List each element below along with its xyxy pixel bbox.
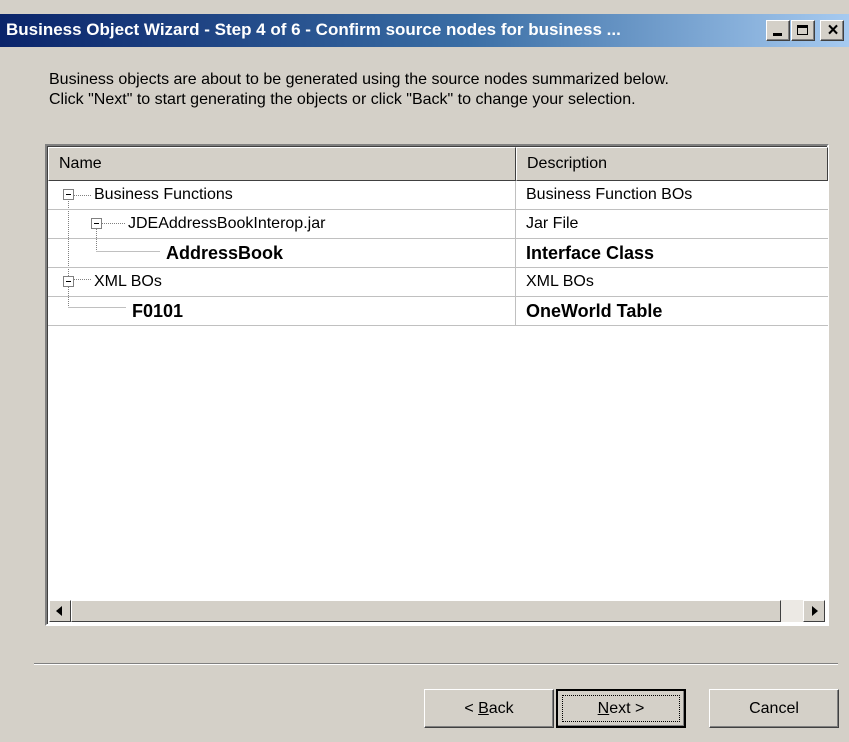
column-header-description[interactable]: Description [516, 147, 828, 181]
maximize-button[interactable] [791, 20, 815, 41]
window-title: Business Object Wizard - Step 4 of 6 - C… [6, 20, 621, 39]
cancel-label: Cancel [749, 700, 799, 717]
back-prefix: < [464, 700, 479, 717]
table-row[interactable]: XML BOs XML BOs [48, 268, 828, 297]
collapse-icon[interactable] [63, 189, 74, 200]
table-row[interactable]: AddressBook Interface Class [48, 239, 828, 268]
list-rows: Business Functions Business Function BOs… [48, 181, 828, 326]
maximize-icon [797, 25, 808, 35]
column-header-name[interactable]: Name [48, 147, 516, 181]
description-cell: Business Function BOs [526, 186, 693, 203]
name-cell: F0101 [48, 297, 516, 325]
arrow-right-icon [812, 606, 818, 616]
back-button[interactable]: < Back [424, 689, 554, 728]
cancel-button[interactable]: Cancel [709, 689, 839, 728]
minimize-icon [773, 33, 782, 36]
description-cell: Jar File [526, 215, 579, 232]
node-label: AddressBook [166, 243, 284, 263]
divider [34, 663, 838, 665]
description-cell: Interface Class [526, 243, 655, 263]
scroll-right-button[interactable] [803, 600, 825, 622]
next-label: Next > [598, 700, 645, 717]
next-button[interactable]: Next > [556, 689, 686, 728]
table-row[interactable]: JDEAddressBookInterop.jar Jar File [48, 210, 828, 239]
back-mnemonic: B [478, 700, 489, 717]
table-row[interactable]: F0101 OneWorld Table [48, 297, 828, 326]
description-cell: XML BOs [526, 273, 594, 290]
minimize-button[interactable] [766, 20, 790, 41]
close-icon: × [827, 20, 839, 41]
scrollbar-thumb[interactable] [71, 600, 781, 622]
scroll-left-button[interactable] [49, 600, 71, 622]
instructions-line-2: Click "Next" to start generating the obj… [49, 91, 636, 108]
back-rest: ack [488, 700, 514, 717]
wizard-window: Business Object Wizard - Step 4 of 6 - C… [0, 0, 849, 742]
instructions: Business objects are about to be generat… [49, 70, 669, 110]
source-nodes-list[interactable]: Name Description Business Functions Busi… [45, 144, 829, 626]
description-cell: OneWorld Table [526, 301, 663, 321]
next-mnemonic: N [597, 700, 610, 717]
arrow-left-icon [56, 606, 62, 616]
back-label: < Back [464, 700, 513, 717]
collapse-icon[interactable] [91, 218, 102, 229]
horizontal-scrollbar[interactable] [49, 600, 825, 622]
list-header: Name Description [48, 147, 828, 181]
name-cell: Business Functions [48, 181, 516, 209]
node-label: XML BOs [94, 273, 162, 290]
close-button[interactable]: × [820, 20, 844, 41]
name-cell: XML BOs [48, 268, 516, 296]
next-rest: ext > [609, 700, 645, 717]
node-label: JDEAddressBookInterop.jar [128, 215, 326, 232]
table-row[interactable]: Business Functions Business Function BOs [48, 181, 828, 210]
name-cell: JDEAddressBookInterop.jar [48, 210, 516, 238]
collapse-icon[interactable] [63, 276, 74, 287]
node-label: F0101 [132, 301, 184, 321]
instructions-line-1: Business objects are about to be generat… [49, 71, 669, 88]
name-cell: AddressBook [48, 239, 516, 267]
node-label: Business Functions [94, 186, 233, 203]
title-bar[interactable]: Business Object Wizard - Step 4 of 6 - C… [0, 14, 849, 47]
